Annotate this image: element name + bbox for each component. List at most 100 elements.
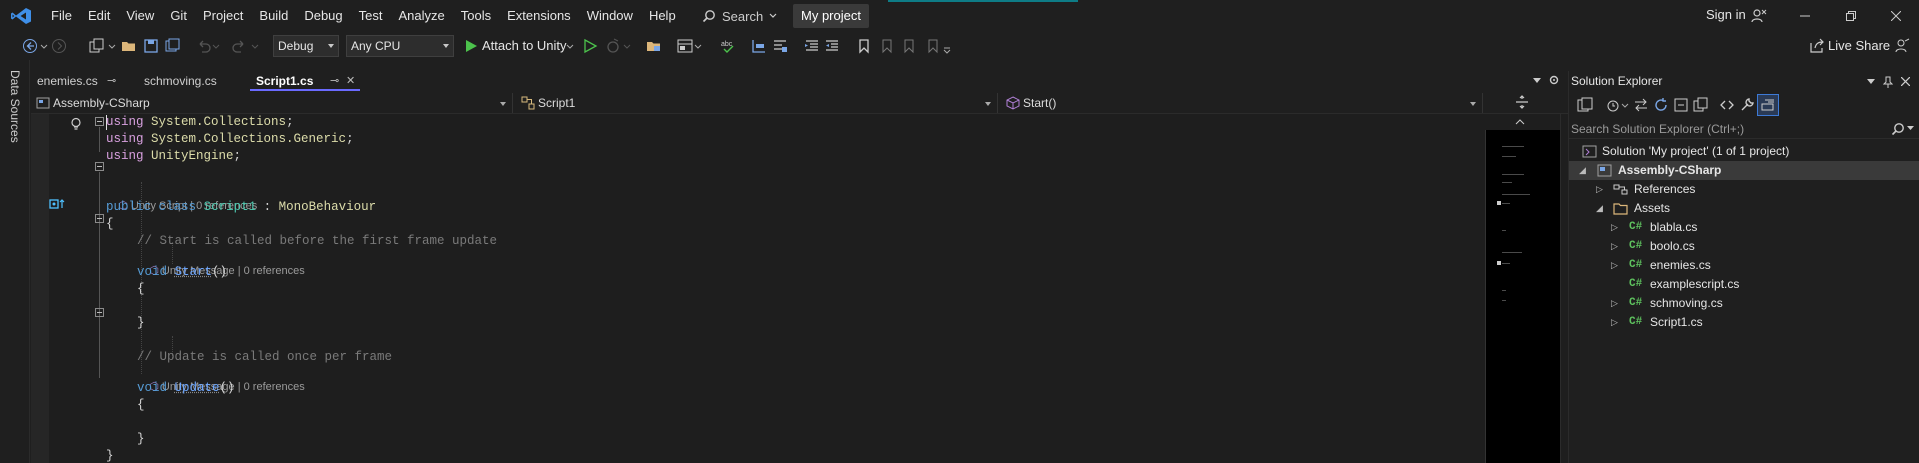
- solution-configuration-select[interactable]: Debug: [273, 35, 339, 57]
- menu-help[interactable]: Help: [641, 0, 684, 32]
- clear-bookmarks-icon[interactable]: [925, 38, 941, 54]
- global-search-button[interactable]: Search: [702, 6, 777, 26]
- solution-search-input[interactable]: [1571, 120, 1886, 138]
- indent-icon[interactable]: [824, 38, 840, 54]
- project-dropdown[interactable]: Assembly-CSharp: [31, 93, 513, 113]
- navigate-back-icon[interactable]: [22, 38, 38, 54]
- chevron-down-icon[interactable]: [40, 38, 48, 54]
- search-icon[interactable]: [1891, 122, 1905, 136]
- chevron-down-icon[interactable]: [212, 38, 220, 54]
- account-icon[interactable]: [1751, 8, 1767, 24]
- sign-in-link[interactable]: Sign in: [1706, 0, 1746, 30]
- tree-file-node[interactable]: ▷ C# Script1.cs: [1569, 313, 1919, 332]
- menu-edit[interactable]: Edit: [80, 0, 118, 32]
- unity-class-glyph-icon[interactable]: [49, 198, 67, 210]
- show-all-files-icon[interactable]: [1693, 97, 1709, 113]
- chevron-down-icon[interactable]: [623, 38, 631, 54]
- save-all-icon[interactable]: [165, 38, 181, 54]
- tab-enemies[interactable]: enemies.cs ⊸: [31, 71, 123, 91]
- pin-icon[interactable]: [1883, 76, 1893, 88]
- window-position-dropdown-icon[interactable]: [1867, 79, 1875, 85]
- collapsed-arrow-icon[interactable]: ▷: [1611, 237, 1621, 256]
- chevron-down-icon[interactable]: [251, 38, 259, 54]
- gear-icon[interactable]: [1548, 74, 1560, 86]
- chevron-down-icon[interactable]: [108, 38, 116, 54]
- tab-script1[interactable]: Script1.cs ⊸ ✕: [250, 71, 360, 91]
- collapsed-arrow-icon[interactable]: ▷: [1611, 294, 1621, 313]
- collapsed-arrow-icon[interactable]: ▷: [1611, 218, 1621, 237]
- code-editor[interactable]: using System.Collections; using System.C…: [31, 114, 1485, 463]
- start-without-debugging-icon[interactable]: [582, 38, 598, 54]
- menu-analyze[interactable]: Analyze: [390, 0, 452, 32]
- save-icon[interactable]: [143, 38, 159, 54]
- sync-with-active-document-icon[interactable]: [1633, 97, 1649, 113]
- tree-file-node[interactable]: ▷ C# boolo.cs: [1569, 237, 1919, 256]
- menu-tools[interactable]: Tools: [453, 0, 499, 32]
- attach-to-unity-button[interactable]: Attach to Unity: [482, 36, 567, 56]
- refresh-icon[interactable]: [1653, 97, 1669, 113]
- tree-solution-node[interactable]: Solution 'My project' (1 of 1 project): [1569, 142, 1919, 161]
- collapse-toggle-icon[interactable]: [95, 308, 104, 317]
- collapse-toggle-icon[interactable]: [95, 214, 104, 223]
- navigate-forward-icon[interactable]: [51, 38, 67, 54]
- restore-button[interactable]: [1828, 0, 1874, 32]
- tree-references-node[interactable]: ▷ References: [1569, 180, 1919, 199]
- menu-git[interactable]: Git: [162, 0, 195, 32]
- split-editor-icon[interactable]: [1515, 95, 1529, 109]
- expanded-arrow-icon[interactable]: ◢: [1579, 161, 1589, 180]
- switch-views-icon[interactable]: [1577, 97, 1593, 113]
- code-minimap[interactable]: [1485, 130, 1560, 463]
- hot-reload-icon[interactable]: [605, 38, 621, 54]
- redo-icon[interactable]: [231, 38, 247, 54]
- tree-assets-folder[interactable]: ◢ Assets: [1569, 199, 1919, 218]
- spell-check-icon[interactable]: abc: [720, 38, 736, 54]
- undo-icon[interactable]: [196, 38, 212, 54]
- tree-file-node[interactable]: ▷ C# schmoving.cs: [1569, 294, 1919, 313]
- next-bookmark-icon[interactable]: [901, 38, 917, 54]
- previous-bookmark-icon[interactable]: [879, 38, 895, 54]
- browse-folder-icon[interactable]: [646, 38, 662, 54]
- data-sources-tab[interactable]: Data Sources: [8, 70, 22, 143]
- collapse-minimap-icon[interactable]: [1515, 118, 1525, 126]
- live-share-button[interactable]: Live Share: [1828, 36, 1890, 56]
- close-window-button[interactable]: [1873, 0, 1919, 32]
- menu-test[interactable]: Test: [351, 0, 391, 32]
- project-name-badge[interactable]: My project: [793, 4, 869, 28]
- menu-project[interactable]: Project: [195, 0, 251, 32]
- lightbulb-icon[interactable]: [69, 117, 83, 131]
- collapsed-arrow-icon[interactable]: ▷: [1611, 256, 1621, 275]
- tab-list-dropdown-icon[interactable]: [1533, 78, 1541, 84]
- pin-icon[interactable]: ⊸: [330, 71, 339, 91]
- tree-file-node[interactable]: ▷ C# blabla.cs: [1569, 218, 1919, 237]
- minimize-button[interactable]: [1782, 0, 1828, 32]
- bookmark-icon[interactable]: [856, 38, 872, 54]
- chevron-down-icon[interactable]: [1621, 97, 1629, 113]
- collapse-toggle-icon[interactable]: [95, 117, 104, 126]
- preview-selected-items-button[interactable]: [1757, 94, 1779, 116]
- pin-icon[interactable]: ⊸: [107, 71, 116, 91]
- tab-schmoving[interactable]: schmoving.cs: [138, 71, 246, 91]
- toggle-breakpoint-icon[interactable]: [751, 38, 767, 54]
- chevron-down-icon[interactable]: [694, 38, 702, 54]
- menu-file[interactable]: File: [43, 0, 80, 32]
- type-dropdown[interactable]: Script1: [516, 93, 998, 113]
- solution-platform-select[interactable]: Any CPU: [346, 35, 454, 57]
- close-icon[interactable]: [1901, 77, 1910, 86]
- editor-vertical-scrollbar[interactable]: [1560, 114, 1568, 463]
- collapsed-arrow-icon[interactable]: ▷: [1611, 313, 1621, 332]
- menu-build[interactable]: Build: [251, 0, 296, 32]
- feedback-icon[interactable]: [1894, 38, 1910, 54]
- tree-project-node[interactable]: ◢ Assembly-CSharp: [1569, 161, 1919, 180]
- chevron-down-icon[interactable]: [1907, 126, 1914, 131]
- member-dropdown[interactable]: Start(): [1001, 93, 1483, 113]
- open-folder-icon[interactable]: [121, 38, 137, 54]
- close-tab-icon[interactable]: ✕: [346, 71, 355, 91]
- menu-window[interactable]: Window: [579, 0, 641, 32]
- outdent-icon[interactable]: [804, 38, 820, 54]
- properties-wrench-icon[interactable]: [1739, 97, 1755, 113]
- tree-file-node[interactable]: C# examplescript.cs: [1569, 275, 1919, 294]
- new-project-icon[interactable]: [89, 38, 105, 54]
- menu-view[interactable]: View: [118, 0, 162, 32]
- layout-icon[interactable]: [677, 38, 693, 54]
- step-into-icon[interactable]: [772, 38, 788, 54]
